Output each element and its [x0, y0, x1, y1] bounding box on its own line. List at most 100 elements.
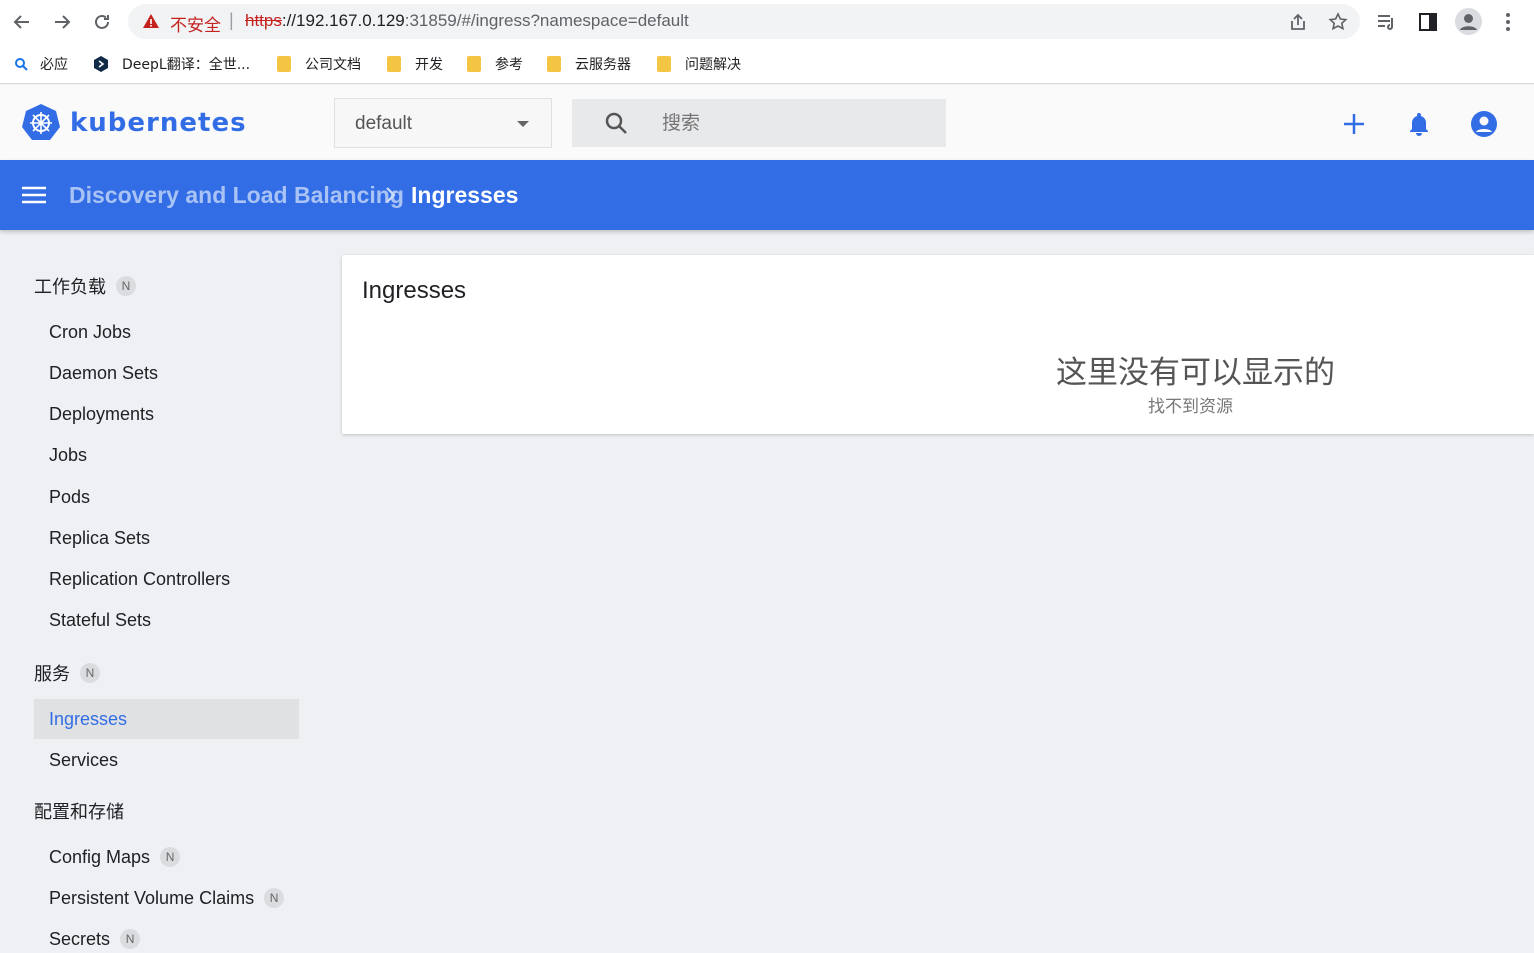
sidebar-item-stateful-sets[interactable]: Stateful Sets	[34, 600, 299, 640]
bookmark-bing[interactable]: 必应	[14, 54, 68, 74]
bookmark-folder-cloud[interactable]: 云服务器	[547, 54, 631, 74]
brand-name[interactable]: kubernetes	[70, 108, 247, 138]
search-box[interactable]	[572, 99, 946, 147]
url-path: :31859/#/ingress?namespace=default	[404, 11, 689, 30]
bookmark-folder-ref[interactable]: 参考	[467, 54, 523, 74]
sidebar-item-label: Secrets	[49, 928, 111, 949]
folder-icon	[277, 56, 291, 72]
namespaced-badge: N	[160, 847, 181, 867]
sidebar-item-secrets[interactable]: Secrets N	[34, 919, 299, 953]
sidebar-item-replica-sets[interactable]: Replica Sets	[34, 518, 299, 558]
reload-button[interactable]	[88, 8, 116, 36]
reload-icon	[95, 14, 109, 29]
sidebar-item-ingresses[interactable]: Ingresses	[34, 699, 299, 739]
account-circle-icon[interactable]	[1470, 110, 1498, 138]
bookmark-label: 参考	[495, 57, 523, 73]
breadcrumb: Discovery and Load Balancing Ingresses	[0, 160, 1534, 230]
reading-list-icon[interactable]	[1375, 10, 1399, 34]
bookmark-deepl[interactable]: DeepL翻译：全世...	[92, 54, 250, 74]
section-title: 服务	[34, 664, 70, 685]
address-bar[interactable]: 不安全 | https://192.167.0.129:31859/#/ingr…	[128, 4, 1360, 39]
menu-icon[interactable]	[22, 185, 46, 205]
url-scheme: https	[245, 11, 282, 30]
sidebar-item-label: Replica Sets	[49, 527, 151, 548]
bookmark-label: DeepL翻译：全世...	[122, 57, 251, 73]
namespace-select[interactable]: default	[334, 98, 552, 148]
sidebar-section-config-storage[interactable]: 配置和存储	[34, 798, 124, 824]
star-icon[interactable]	[1328, 12, 1348, 32]
app-header: kubernetes default	[0, 85, 1534, 160]
folder-icon	[467, 56, 481, 72]
sidebar-section-services[interactable]: 服务 N	[34, 660, 100, 686]
breadcrumb-parent-link[interactable]: Discovery and Load Balancing	[69, 182, 404, 209]
insecure-label[interactable]: 不安全	[170, 11, 221, 36]
folder-icon	[547, 56, 561, 72]
kubernetes-logo-icon[interactable]	[22, 103, 60, 141]
namespaced-badge: N	[80, 663, 100, 683]
sidebar-item-persistent-volume-claims[interactable]: Persistent Volume Claims N	[34, 878, 299, 918]
share-icon[interactable]	[1288, 12, 1308, 32]
bookmark-folder-issues[interactable]: 问题解决	[657, 54, 741, 74]
namespaced-badge: N	[116, 276, 136, 296]
empty-state-title: 这里没有可以显示的	[1056, 355, 1335, 391]
bookmark-label: 问题解决	[685, 57, 741, 73]
sidebar-item-label: Ingresses	[49, 708, 128, 729]
back-button[interactable]	[8, 8, 36, 36]
url-host: ://192.167.0.129	[281, 11, 405, 30]
warning-icon	[143, 14, 159, 28]
sidebar-item-label: Services	[49, 749, 119, 770]
address-separator: |	[229, 10, 234, 30]
namespaced-badge: N	[120, 929, 141, 949]
bookmark-folder-docs[interactable]: 公司文档	[277, 54, 361, 74]
bookmarks-bar: 必应 DeepL翻译：全世... 公司文档 开发 参考 云服务器 问题解决	[0, 44, 1534, 84]
person-icon	[1460, 14, 1477, 30]
sidebar-item-services[interactable]: Services	[34, 740, 299, 780]
deepl-logo-icon	[94, 56, 108, 72]
sidebar: 工作负载 N Cron Jobs Daemon Sets Deployments…	[0, 231, 320, 953]
sidebar-item-jobs[interactable]: Jobs	[34, 435, 299, 475]
sidebar-item-label: Jobs	[49, 444, 88, 465]
breadcrumb-current: Ingresses	[411, 182, 519, 208]
browser-toolbar: 不安全 | https://192.167.0.129:31859/#/ingr…	[0, 0, 1534, 44]
bookmark-label: 必应	[40, 57, 68, 73]
add-icon[interactable]	[1340, 110, 1368, 138]
sidebar-section-workloads[interactable]: 工作负载 N	[34, 273, 136, 299]
bookmark-label: 开发	[415, 57, 443, 73]
sidebar-item-label: Cron Jobs	[49, 321, 132, 342]
sidebar-item-label: Config Maps	[49, 846, 151, 867]
sidebar-item-daemon-sets[interactable]: Daemon Sets	[34, 353, 299, 393]
sidebar-item-label: Replication Controllers	[49, 568, 231, 589]
search-icon	[605, 112, 627, 134]
forward-button[interactable]	[48, 8, 76, 36]
sidebar-item-label: Daemon Sets	[49, 362, 159, 383]
bell-icon[interactable]	[1405, 110, 1433, 138]
arrow-left-icon	[13, 15, 29, 29]
folder-icon	[387, 56, 401, 72]
sidebar-item-label: Persistent Volume Claims	[49, 887, 255, 908]
namespace-value: default	[355, 113, 413, 134]
namespaced-badge: N	[264, 888, 285, 908]
section-title: 工作负载	[34, 277, 106, 298]
profile-avatar[interactable]	[1455, 8, 1482, 35]
side-panel-icon[interactable]	[1416, 10, 1440, 34]
sidebar-item-label: Stateful Sets	[49, 609, 152, 630]
sidebar-item-deployments[interactable]: Deployments	[34, 394, 299, 434]
sidebar-item-replication-controllers[interactable]: Replication Controllers	[34, 559, 299, 599]
search-icon	[15, 58, 28, 71]
bookmark-folder-dev[interactable]: 开发	[387, 54, 443, 74]
search-input[interactable]	[662, 109, 932, 137]
caret-down-icon	[517, 121, 529, 127]
section-title: 配置和存储	[34, 802, 124, 823]
page-title: Ingresses	[362, 277, 467, 304]
sidebar-item-cron-jobs[interactable]: Cron Jobs	[34, 312, 299, 352]
url-text[interactable]: https://192.167.0.129:31859/#/ingress?na…	[245, 11, 689, 31]
chevron-right-icon	[386, 187, 396, 203]
empty-state-subtitle: 找不到资源	[1148, 397, 1233, 417]
sidebar-item-label: Deployments	[49, 403, 155, 424]
sidebar-item-pods[interactable]: Pods	[34, 477, 299, 517]
sidebar-item-config-maps[interactable]: Config Maps N	[34, 837, 299, 877]
folder-icon	[657, 56, 671, 72]
bookmark-label: 云服务器	[575, 57, 631, 73]
more-vertical-icon[interactable]	[1496, 10, 1520, 34]
bookmark-label: 公司文档	[305, 57, 361, 73]
